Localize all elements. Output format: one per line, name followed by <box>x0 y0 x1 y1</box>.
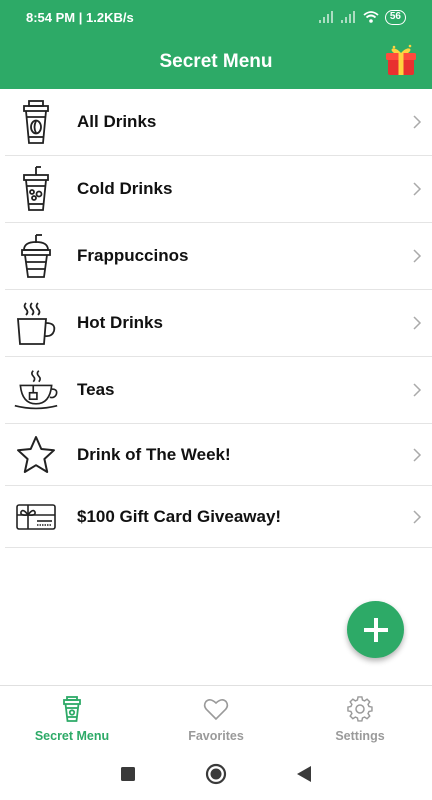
menu-item-gift-card-giveaway[interactable]: $100 Gift Card Giveaway! <box>5 486 432 548</box>
chevron-right-icon <box>413 447 422 462</box>
recent-apps-icon[interactable] <box>121 767 135 781</box>
bottom-navigation: Secret Menu Favorites Settings <box>0 685 432 748</box>
frappuccino-icon <box>13 233 59 279</box>
chevron-right-icon <box>413 182 422 196</box>
chevron-right-icon <box>413 316 422 330</box>
chevron-right-icon <box>413 509 422 524</box>
menu-item-label: Drink of The Week! <box>77 444 231 464</box>
menu-item-label: Frappuccinos <box>77 246 189 265</box>
nav-label: Secret Menu <box>34 729 110 743</box>
gear-icon <box>347 696 373 722</box>
cup-icon <box>63 696 81 722</box>
menu-item-label: Hot Drinks <box>77 313 163 332</box>
page-title: Secret Menu <box>159 50 273 72</box>
menu-item-label: Cold Drinks <box>77 179 173 198</box>
home-icon[interactable] <box>205 763 227 785</box>
menu-list: All Drinks Cold Drinks Frappuccinos Hot … <box>5 89 432 548</box>
tea-cup-icon <box>13 367 59 413</box>
nav-label: Favorites <box>188 729 244 743</box>
signal-icon-2 <box>340 11 355 23</box>
add-button[interactable] <box>347 601 404 658</box>
menu-item-all-drinks[interactable]: All Drinks <box>5 89 432 156</box>
chevron-right-icon <box>413 249 422 263</box>
chevron-right-icon <box>413 383 422 397</box>
menu-item-drink-of-the-week[interactable]: Drink of The Week! <box>5 424 432 486</box>
coffee-cup-icon <box>13 99 59 145</box>
battery-indicator: 56 <box>384 9 406 25</box>
menu-item-cold-drinks[interactable]: Cold Drinks <box>5 156 432 223</box>
gift-card-icon <box>13 494 59 540</box>
tab-settings[interactable]: Settings <box>288 686 432 748</box>
plus-icon <box>363 617 388 642</box>
status-bar: 8:54 PM | 1.2KB/s 56 <box>0 0 432 34</box>
wifi-icon <box>363 11 379 23</box>
nav-label: Settings <box>335 729 385 743</box>
tab-favorites[interactable]: Favorites <box>144 686 288 748</box>
heart-icon <box>203 699 229 721</box>
app-bar: Secret Menu <box>0 34 432 89</box>
status-icons: 56 <box>318 9 406 25</box>
menu-item-label: Teas <box>77 380 115 399</box>
back-icon[interactable] <box>297 766 311 782</box>
menu-item-hot-drinks[interactable]: Hot Drinks <box>5 290 432 357</box>
menu-item-label: All Drinks <box>77 112 157 131</box>
hot-mug-icon <box>13 300 59 346</box>
signal-icon <box>318 11 333 23</box>
gift-icon[interactable] <box>384 43 418 77</box>
menu-item-teas[interactable]: Teas <box>5 357 432 424</box>
star-icon <box>13 432 59 478</box>
chevron-right-icon <box>413 115 422 129</box>
menu-item-label: $100 Gift Card Giveaway! <box>77 506 282 526</box>
iced-drink-icon <box>13 166 59 212</box>
tab-secret-menu[interactable]: Secret Menu <box>0 686 144 748</box>
status-time: 8:54 PM | 1.2KB/s <box>26 9 134 25</box>
system-navigation-bar <box>0 748 432 800</box>
menu-item-frappuccinos[interactable]: Frappuccinos <box>5 223 432 290</box>
